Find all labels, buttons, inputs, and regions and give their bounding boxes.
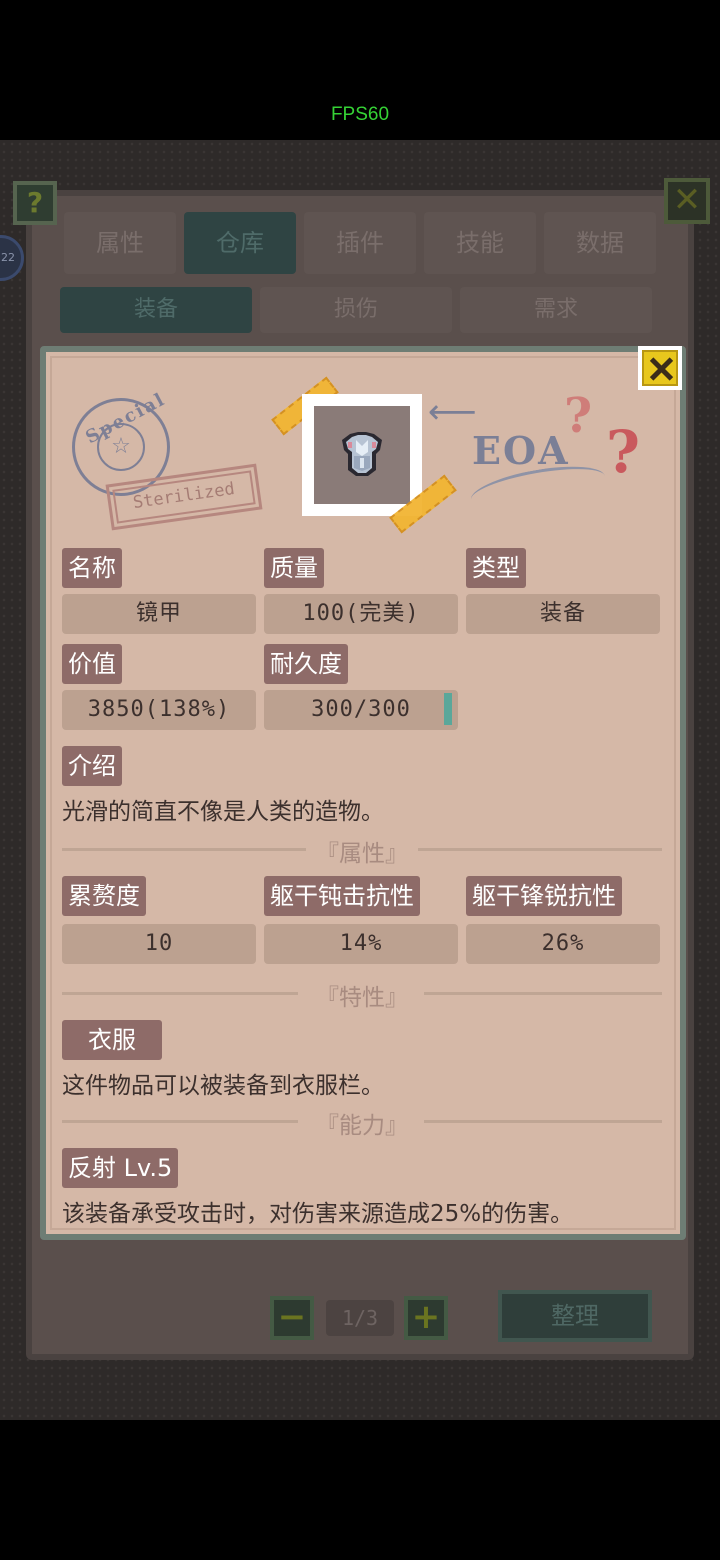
traits-section-divider: 『特性』 (62, 978, 662, 1011)
tab-storage[interactable]: 仓库 (184, 212, 296, 274)
traits-title: 『特性』 (316, 985, 408, 1011)
ability-text: 该装备承受攻击时，对伤害来源造成25%的伤害。 (62, 1201, 574, 1227)
type-value: 装备 (466, 594, 660, 634)
question-mark-icon: ? (564, 388, 593, 444)
attribute-label: 累赘度 (62, 876, 146, 916)
ability-label: 反射 Lv.5 (62, 1148, 179, 1188)
armor-icon (342, 432, 382, 476)
abilities-section-divider: 『能力』 (62, 1106, 662, 1139)
subtab-needs[interactable]: 需求 (460, 287, 652, 333)
bottom-bar (0, 1420, 720, 1560)
abilities-title: 『能力』 (316, 1113, 408, 1139)
attributes-section-divider: 『属性』 (62, 834, 662, 867)
price-label: 价值 (62, 644, 122, 684)
durability-bar (444, 693, 452, 725)
type-label: 类型 (466, 548, 526, 588)
name-label: 名称 (62, 548, 122, 588)
attribute-label: 躯干钝击抗性 (264, 876, 420, 916)
attribute-label: 躯干锋锐抗性 (466, 876, 622, 916)
attribute-value: 26% (466, 924, 660, 964)
durability-value: 300/300 (264, 690, 458, 730)
quality-value: 100(完美) (264, 594, 458, 634)
fps-counter: FPS60 (330, 104, 390, 125)
page-indicator: 1/3 (326, 1300, 394, 1336)
name-value: 镜甲 (62, 594, 256, 634)
arrow-icon: ⟵ (428, 392, 477, 432)
subtab-damage[interactable]: 损伤 (260, 287, 452, 333)
question-mark-icon: ? (606, 418, 640, 486)
trait-label: 衣服 (62, 1020, 162, 1060)
close-icon[interactable] (638, 346, 682, 390)
sort-button[interactable]: 整理 (498, 1290, 652, 1342)
attribute-value: 10 (62, 924, 256, 964)
item-image (302, 394, 422, 516)
intro-text: 光滑的简直不像是人类的造物。 (62, 799, 384, 825)
tab-plugins[interactable]: 插件 (304, 212, 416, 274)
inventory-close-button[interactable]: ✕ (664, 178, 710, 224)
quality-label: 质量 (264, 548, 324, 588)
tab-skills[interactable]: 技能 (424, 212, 536, 274)
page-prev-button[interactable]: − (270, 1296, 314, 1340)
trait-text: 这件物品可以被装备到衣服栏。 (62, 1073, 384, 1099)
subtab-equipment[interactable]: 装备 (60, 287, 252, 333)
tab-attributes[interactable]: 属性 (64, 212, 176, 274)
tab-data[interactable]: 数据 (544, 212, 656, 274)
attributes-title: 『属性』 (316, 841, 408, 867)
eoa-stamp: EOA (472, 428, 570, 473)
durability-label: 耐久度 (264, 644, 348, 684)
page-next-button[interactable]: + (404, 1296, 448, 1340)
price-value: 3850(138%) (62, 690, 256, 730)
intro-label: 介绍 (62, 746, 122, 786)
help-button[interactable]: ? (13, 181, 57, 225)
attribute-value: 14% (264, 924, 458, 964)
